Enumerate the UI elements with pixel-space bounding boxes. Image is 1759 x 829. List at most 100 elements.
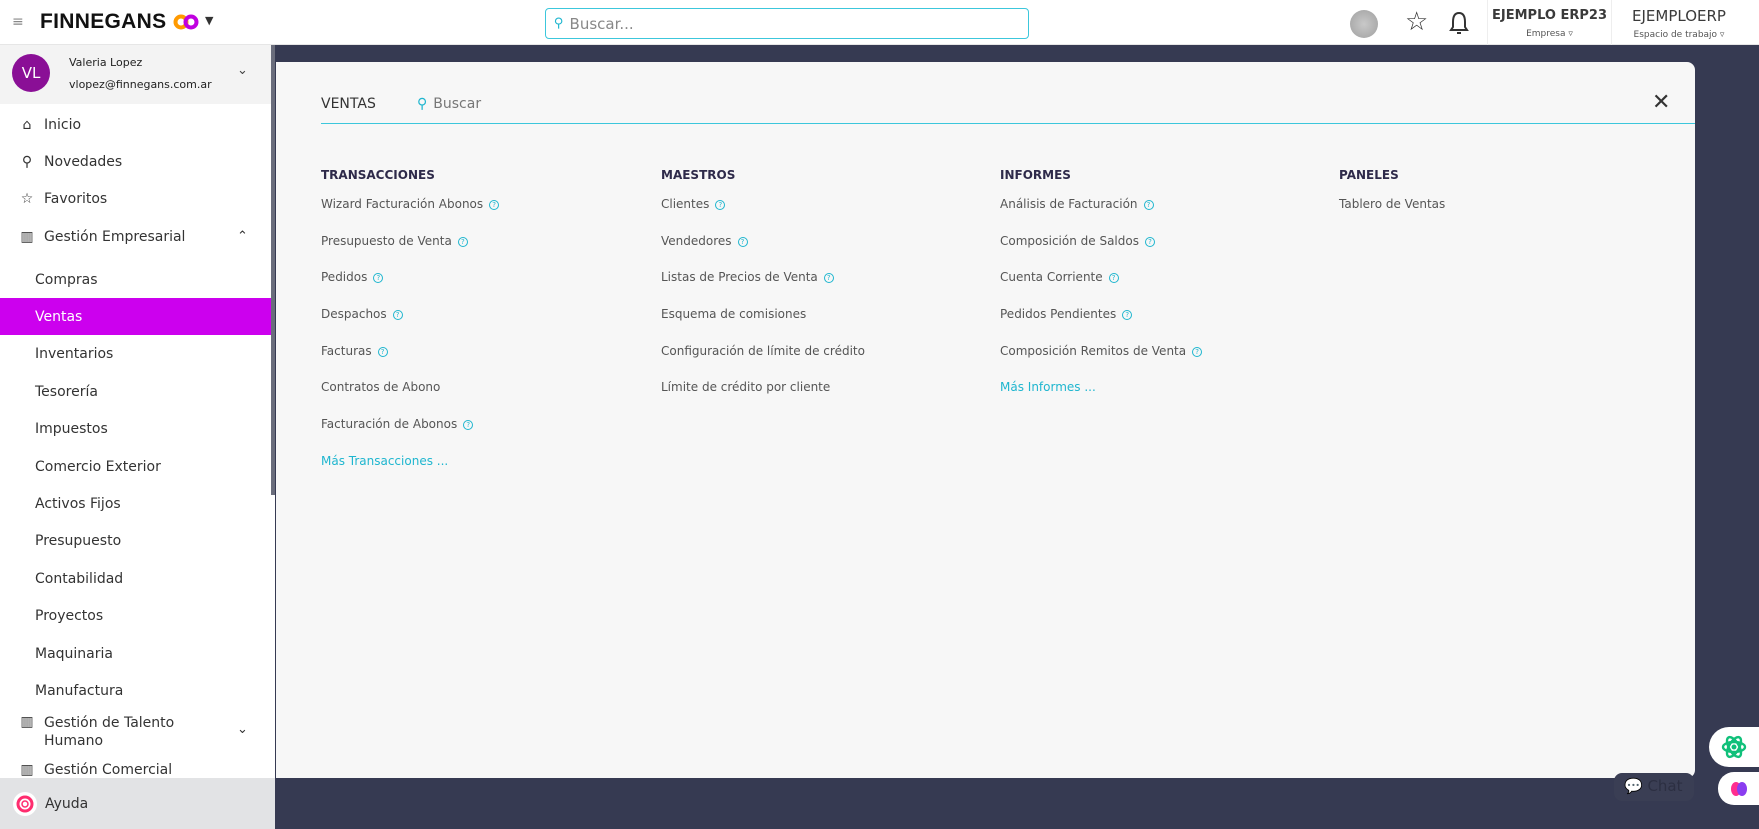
avatar: VL [12, 54, 50, 92]
help-circle-icon[interactable]: ? [1144, 236, 1155, 247]
menu-item-label: Composición Remitos de Venta [1000, 343, 1187, 358]
sidebar-subitem-ventas[interactable]: Ventas [0, 298, 271, 336]
sidebar-item-inicio[interactable]: ⌂ Inicio [0, 106, 271, 143]
user-profile[interactable]: VL Valeria Lopez vlopez@finnegans.com.ar… [0, 45, 271, 104]
sidebar-subitem-tesorer-a[interactable]: Tesorería [0, 373, 271, 410]
menu-item[interactable]: Composición Remitos de Venta? [1000, 338, 1203, 375]
sidebar-subitem-label: Comercio Exterior [35, 458, 161, 475]
sidebar-item-gestion-comercial[interactable]: ▥ Gestión Comercial [0, 762, 271, 778]
menu-item-label: Composición de Saldos [1000, 233, 1139, 248]
menu-icon[interactable]: ≡ [12, 14, 24, 30]
sidebar-subitem-maquinaria[interactable]: Maquinaria [0, 635, 271, 672]
brain-assistant-button[interactable] [1718, 772, 1759, 805]
menu-column-transacciones: TRANSACCIONES Wizard Facturación Abonos? P… [321, 168, 500, 485]
brain-icon [1730, 781, 1747, 796]
menu-item-label: Facturas [321, 343, 372, 358]
help-circle-icon[interactable]: ? [377, 346, 388, 357]
sidebar-subitem-label: Ventas [35, 308, 83, 325]
sidebar-item-label: Gestión de Talento [44, 715, 175, 731]
menu-item[interactable]: Tablero de Ventas [1339, 191, 1445, 228]
help-circle-icon[interactable]: ? [457, 236, 468, 247]
favorites-star-icon[interactable]: ☆ [1405, 7, 1428, 37]
global-search-input[interactable]: ⚲ Buscar... [545, 8, 1029, 39]
menu-column-maestros: MAESTROS Clientes? Vendedores? Listas de Pr… [661, 168, 865, 411]
panel-search-input[interactable]: ⚲ Buscar [417, 96, 481, 112]
close-icon[interactable]: ✕ [1652, 90, 1670, 115]
chevron-down-icon[interactable]: ⌄ [237, 63, 248, 78]
workspace-label: Espacio de trabajo ▿ [1633, 30, 1725, 40]
menu-item[interactable]: Listas de Precios de Venta? [661, 264, 865, 301]
menu-item[interactable]: Vendedores? [661, 228, 865, 265]
menu-item[interactable]: Facturas? [321, 338, 499, 375]
workspace-selector[interactable]: EJEMPLOERP Espacio de trabajo ▿ [1611, 0, 1746, 45]
sidebar-scrollbar[interactable] [271, 45, 275, 495]
sidebar-subitem-label: Tesorería [35, 383, 98, 400]
menu-item[interactable]: Análisis de Facturación? [1000, 191, 1202, 228]
sidebar-item-novedades[interactable]: ⚲ Novedades [0, 143, 271, 180]
menu-item[interactable]: Cuenta Corriente? [1000, 264, 1202, 301]
sidebar-item-favoritos[interactable]: ☆ Favoritos [0, 181, 271, 218]
help-circle-icon[interactable]: ? [392, 310, 403, 321]
menu-item[interactable]: Presupuesto de Venta? [321, 228, 499, 265]
help-circle-icon[interactable]: ? [1108, 273, 1119, 284]
sidebar-subitem-label: Activos Fijos [35, 495, 121, 512]
notifications-bell-icon[interactable] [1448, 10, 1470, 36]
help-circle-icon[interactable]: ? [737, 236, 748, 247]
menu-item[interactable]: Contratos de Abono [321, 374, 499, 411]
chat-button[interactable]: 💬 Chat [1614, 773, 1694, 801]
menu-item[interactable]: Esquema de comisiones [661, 301, 865, 338]
sidebar-subitem-compras[interactable]: Compras [0, 261, 271, 298]
menu-item-label: Cuenta Corriente [1000, 270, 1103, 285]
company-selector[interactable]: EJEMPLO ERP23 Empresa ▿ [1487, 0, 1611, 45]
sidebar-subitem-proyectos[interactable]: Proyectos [0, 598, 271, 635]
chevron-up-icon[interactable]: ⌃ [237, 229, 248, 244]
help-circle-icon[interactable]: ? [489, 200, 500, 210]
more-link[interactable]: Más Transacciones ... [321, 448, 499, 485]
company-label: Empresa ▿ [1526, 29, 1573, 39]
menu-item[interactable]: Despachos? [321, 301, 499, 338]
column-title: MAESTROS [661, 168, 736, 182]
sidebar-item-label: Gestión Comercial [44, 762, 173, 778]
brand-caret-icon[interactable]: ▼ [205, 14, 213, 27]
menu-item[interactable]: Clientes? [661, 191, 865, 228]
menu-item-label: Despachos [321, 307, 387, 322]
ai-assistant-button[interactable] [1709, 727, 1759, 767]
assistant-avatar-icon[interactable] [1350, 10, 1378, 38]
menu-item[interactable]: Pedidos Pendientes? [1000, 301, 1202, 338]
sidebar-subitem-presupuesto[interactable]: Presupuesto [0, 523, 271, 560]
search-placeholder: Buscar... [569, 14, 634, 33]
menu-item[interactable]: Configuración de límite de crédito [661, 338, 865, 375]
help-circle-icon[interactable]: ? [463, 420, 474, 431]
menu-item-label: Configuración de límite de crédito [661, 343, 865, 358]
sidebar-subitem-manufactura[interactable]: Manufactura [0, 672, 271, 709]
building-icon: ▥ [20, 714, 34, 730]
sidebar-subitem-impuestos[interactable]: Impuestos [0, 411, 271, 448]
menu-item[interactable]: Pedidos? [321, 264, 499, 301]
sidebar-subitem-activos-fijos[interactable]: Activos Fijos [0, 485, 271, 522]
sidebar-subitem-comercio-exterior[interactable]: Comercio Exterior [0, 448, 271, 485]
menu-item[interactable]: Wizard Facturación Abonos? [321, 191, 500, 228]
menu-item-label: Pedidos [321, 270, 368, 285]
menu-item[interactable]: Composición de Saldos? [1000, 228, 1202, 265]
menu-item-label: Tablero de Ventas [1339, 197, 1446, 211]
sidebar-item-gestion-talento[interactable]: ▥ Gestión de Talento Humano ⌄ [0, 706, 271, 756]
openai-icon [1721, 735, 1747, 759]
star-icon: ☆ [20, 191, 34, 208]
help-circle-icon[interactable]: ? [1122, 310, 1133, 321]
menu-item[interactable]: Facturación de Abonos? [321, 411, 499, 448]
sidebar-subitem-contabilidad[interactable]: Contabilidad [0, 560, 271, 597]
help-circle-icon[interactable]: ? [1143, 200, 1154, 210]
help-circle-icon[interactable]: ? [1192, 346, 1203, 357]
column-title: PANELES [1339, 168, 1399, 182]
menu-item[interactable]: Límite de crédito por cliente [661, 374, 865, 411]
help-button[interactable]: Ayuda [0, 778, 275, 829]
sidebar-subitem-label: Compras [35, 271, 98, 288]
help-circle-icon[interactable]: ? [823, 273, 834, 284]
help-circle-icon[interactable]: ? [715, 200, 726, 210]
brand-logo[interactable]: FINNEGANS [40, 10, 166, 34]
sidebar-subitem-inventarios[interactable]: Inventarios [0, 336, 271, 373]
sidebar-item-gesti-n-empresarial[interactable]: ▥ Gestión Empresarial ⌃ [0, 218, 271, 255]
logo-mark-icon [173, 14, 199, 30]
help-circle-icon[interactable]: ? [373, 273, 384, 284]
more-link[interactable]: Más Informes ... [1000, 374, 1202, 411]
